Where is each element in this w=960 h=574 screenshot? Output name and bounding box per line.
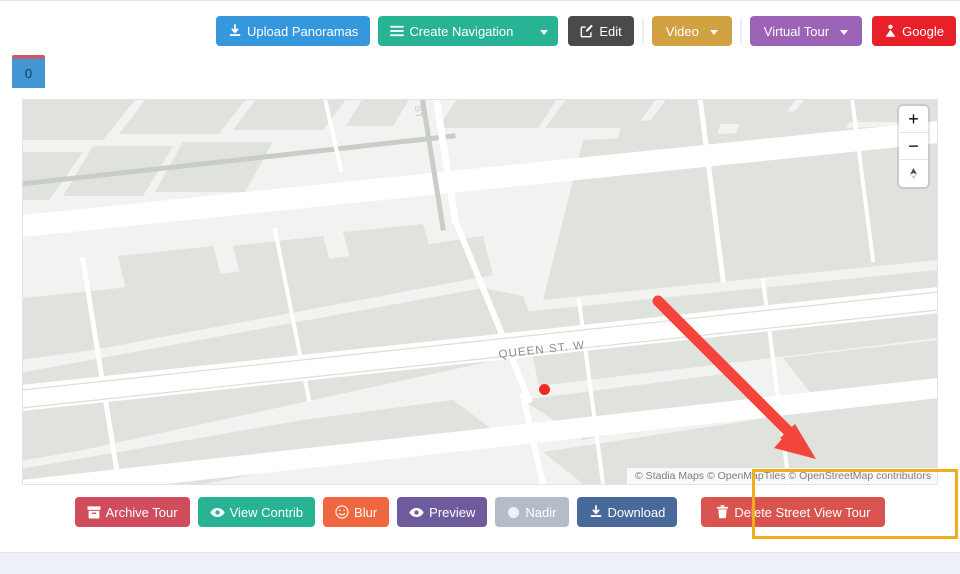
download-button[interactable]: Download (576, 497, 678, 527)
preview-label: Preview (429, 504, 476, 520)
map-attribution[interactable]: © Stadia Maps © OpenMapTiles © OpenStree… (627, 468, 937, 484)
video-dropdown-button[interactable]: Video (651, 16, 732, 46)
app-root: Upload Panoramas Create Navigation Edit … (0, 0, 960, 574)
create-navigation-label: Create Navigation (409, 23, 514, 39)
map-container[interactable]: QUEEN ST. W ST + − © Stadia Maps © OpenM… (22, 99, 938, 485)
upload-panoramas-button[interactable]: Upload Panoramas (216, 16, 371, 46)
eye-icon (409, 507, 424, 518)
archive-box-icon (87, 505, 101, 519)
pencil-square-icon (580, 24, 594, 38)
google-label: Google (902, 23, 944, 39)
street-label-vertical: ST (413, 105, 424, 119)
top-toolbar: Upload Panoramas Create Navigation Edit … (0, 14, 960, 48)
plus-icon: + (908, 109, 919, 129)
video-label: Video (665, 23, 699, 39)
chevron-down-icon[interactable] (840, 29, 849, 35)
page-footer (0, 552, 960, 574)
archive-tour-button[interactable]: Archive Tour (74, 497, 190, 527)
eye-icon (209, 507, 225, 518)
smiley-face-icon (335, 505, 349, 519)
blur-label: Blur (354, 504, 378, 520)
virtual-tour-label: Virtual Tour (763, 23, 830, 39)
minus-icon: − (908, 136, 919, 156)
create-navigation-button[interactable]: Create Navigation (378, 16, 559, 46)
toolbar-separator (739, 18, 742, 44)
google-button[interactable]: Google (872, 16, 956, 46)
nadir-label: Nadir (525, 504, 557, 520)
street-view-tour-card: Upload Panoramas Create Navigation Edit … (0, 0, 960, 552)
map-zoom-out-button[interactable]: − (899, 133, 928, 160)
chevron-down-icon[interactable] (709, 29, 718, 35)
blur-button[interactable]: Blur (323, 497, 390, 527)
map-controls: + − (899, 106, 928, 187)
download-tray-icon (589, 505, 603, 519)
trash-can-icon (716, 505, 729, 519)
edit-label: Edit (599, 23, 622, 39)
compass-icon (907, 166, 920, 181)
preview-button[interactable]: Preview (397, 497, 488, 527)
tour-actions-bar: Archive Tour View Contrib Blur Preview N… (0, 495, 960, 529)
panorama-marker[interactable] (539, 384, 550, 395)
virtual-tour-dropdown-button[interactable]: Virtual Tour (749, 16, 863, 46)
view-contrib-button[interactable]: View Contrib (197, 497, 316, 527)
edit-button[interactable]: Edit (568, 16, 634, 46)
map-canvas[interactable]: QUEEN ST. W ST (23, 100, 937, 484)
map-zoom-in-button[interactable]: + (899, 106, 928, 133)
upload-panoramas-label: Upload Panoramas (247, 23, 359, 39)
nadir-button[interactable]: Nadir (495, 497, 569, 527)
view-contrib-label: View Contrib (229, 504, 304, 520)
download-label: Download (607, 504, 666, 520)
download-tray-icon (228, 24, 242, 38)
toolbar-separator (641, 18, 644, 44)
map-compass-button[interactable] (899, 160, 928, 187)
circle-icon (507, 506, 520, 519)
hamburger-icon (390, 25, 405, 37)
delete-street-view-tour-button[interactable]: Delete Street View Tour (701, 497, 886, 527)
panorama-index-tab[interactable]: 0 (12, 55, 45, 88)
archive-tour-label: Archive Tour (105, 504, 178, 520)
panorama-index-label: 0 (24, 66, 33, 81)
google-streetview-icon (884, 24, 897, 38)
delete-street-view-tour-label: Delete Street View Tour (734, 504, 871, 520)
chevron-down-icon[interactable] (540, 29, 549, 35)
